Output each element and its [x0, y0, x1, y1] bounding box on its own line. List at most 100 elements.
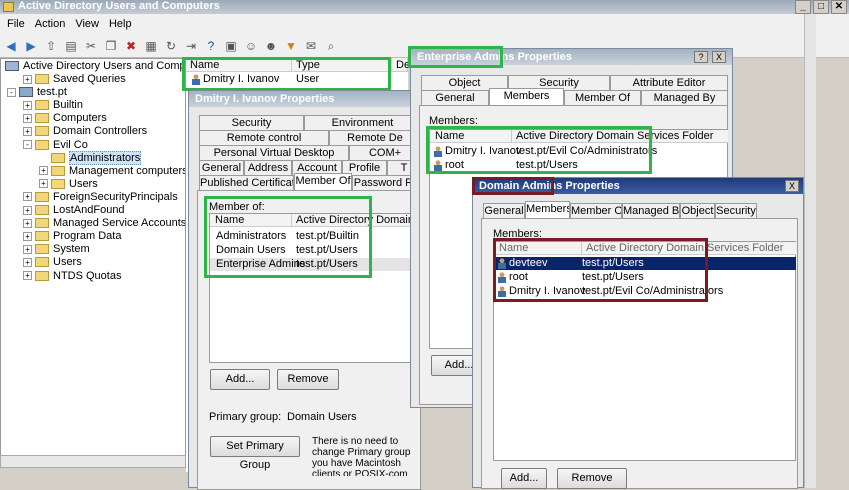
- tree-node[interactable]: + Management computers: [39, 164, 186, 178]
- expand-toggle-icon[interactable]: +: [23, 74, 32, 84]
- tab-remote-control[interactable]: Remote control: [199, 130, 329, 145]
- add-group-icon[interactable]: ☻: [263, 38, 279, 54]
- highlight-da-members: [493, 238, 708, 302]
- forward-icon[interactable]: ▶: [23, 38, 39, 54]
- remove-button[interactable]: Remove: [557, 468, 627, 489]
- refresh-icon[interactable]: ↻: [163, 38, 179, 54]
- find-icon[interactable]: ⌕: [323, 38, 339, 54]
- tree-node[interactable]: + ForeignSecurityPrincipals: [23, 191, 178, 204]
- tree-node[interactable]: - test.pt: [7, 86, 67, 99]
- tree-node[interactable]: + Saved Queries: [23, 73, 126, 86]
- tab-personal-virtual-desktop[interactable]: Personal Virtual Desktop: [199, 145, 349, 160]
- menu-item-file[interactable]: File: [2, 18, 30, 30]
- up-icon[interactable]: ⇧: [43, 38, 59, 54]
- expand-toggle-icon[interactable]: +: [23, 113, 32, 123]
- expand-toggle-icon[interactable]: +: [23, 126, 32, 136]
- set-primary-group-button[interactable]: Set Primary Group: [210, 436, 300, 471]
- help-button[interactable]: ?: [694, 51, 708, 63]
- tab-members[interactable]: Members: [489, 88, 564, 105]
- tree-node[interactable]: - Evil Co: [23, 139, 88, 152]
- col-desc-header[interactable]: De: [392, 58, 410, 71]
- expand-toggle-icon[interactable]: +: [23, 100, 32, 110]
- menu-item-action[interactable]: Action: [30, 18, 71, 30]
- expand-toggle-icon[interactable]: +: [39, 179, 48, 189]
- folder-icon: [51, 178, 65, 189]
- expand-toggle-icon[interactable]: +: [23, 231, 32, 241]
- properties-icon[interactable]: ▦: [143, 38, 159, 54]
- expand-toggle-icon[interactable]: +: [23, 257, 32, 267]
- add-user-icon[interactable]: ☺: [243, 38, 259, 54]
- tab-attribute-editor[interactable]: Attribute Editor: [610, 75, 728, 90]
- help-icon[interactable]: ?: [203, 38, 219, 54]
- tab-address[interactable]: Address: [244, 160, 292, 175]
- expand-toggle-icon[interactable]: +: [23, 244, 32, 254]
- maximize-button[interactable]: □: [813, 0, 829, 14]
- folder-icon: [35, 126, 49, 137]
- tab-managed-by[interactable]: Managed By: [622, 203, 680, 218]
- tree-node[interactable]: + System: [23, 243, 90, 256]
- tree-node[interactable]: + Domain Controllers: [23, 125, 147, 138]
- tab-remote-desktop[interactable]: Remote De: [329, 130, 421, 145]
- tree-root[interactable]: Active Directory Users and Computers [W: [5, 60, 185, 73]
- menu-item-view[interactable]: View: [70, 18, 104, 30]
- add-button[interactable]: Add...: [501, 468, 547, 489]
- tree-horizontal-scrollbar[interactable]: [0, 455, 186, 468]
- expand-toggle-icon[interactable]: +: [23, 218, 32, 228]
- tab-environment[interactable]: Environment: [304, 115, 421, 130]
- tree-node[interactable]: + Managed Service Accounts: [23, 217, 185, 230]
- domain-admins-dialog: Domain Admins Properties X General Membe…: [472, 177, 804, 489]
- copy-icon[interactable]: ❐: [103, 38, 119, 54]
- tab-member-of[interactable]: Member Of: [294, 173, 352, 190]
- tree-node[interactable]: Administrators: [39, 150, 142, 165]
- delegate-icon[interactable]: ✉: [303, 38, 319, 54]
- expand-toggle-icon[interactable]: -: [23, 140, 32, 150]
- filter-icon[interactable]: ▼: [283, 38, 299, 54]
- delete-icon[interactable]: ✖: [123, 38, 139, 54]
- primary-group-label: Primary group:: [209, 411, 282, 423]
- tree-node-label: Management computers: [69, 164, 186, 177]
- tab-member-of[interactable]: Member Of: [564, 90, 641, 105]
- tree-node[interactable]: + Users: [39, 178, 98, 191]
- expand-toggle-icon[interactable]: +: [23, 205, 32, 215]
- remove-button[interactable]: Remove: [277, 369, 339, 390]
- tab-security[interactable]: Security: [715, 203, 757, 218]
- tree-node-label: LostAndFound: [53, 204, 125, 216]
- tree-node[interactable]: + Computers: [23, 112, 107, 125]
- close-button[interactable]: X: [712, 51, 726, 63]
- view-icon[interactable]: ▤: [63, 38, 79, 54]
- tab-general[interactable]: General: [199, 160, 244, 175]
- expand-toggle-icon[interactable]: -: [7, 87, 16, 97]
- console-icon[interactable]: ▣: [223, 38, 239, 54]
- tree-node-label: System: [53, 243, 90, 256]
- tab-member-of[interactable]: Member Of: [570, 203, 622, 218]
- console-icon: [5, 61, 19, 72]
- folder-icon: [35, 257, 49, 268]
- export-icon[interactable]: ⇥: [183, 38, 199, 54]
- expand-toggle-icon[interactable]: +: [23, 271, 32, 281]
- main-vertical-scrollbar[interactable]: [804, 14, 816, 488]
- tree-node[interactable]: + LostAndFound: [23, 204, 125, 217]
- tab-object[interactable]: Object: [680, 203, 715, 218]
- folder-icon: [35, 231, 49, 242]
- tab-general[interactable]: General: [483, 203, 525, 218]
- close-button[interactable]: ✕: [831, 0, 847, 14]
- tab-managed-by[interactable]: Managed By: [641, 90, 728, 105]
- tree-node[interactable]: + Program Data: [23, 230, 121, 243]
- tree-node[interactable]: + Users: [23, 256, 82, 269]
- tree-node[interactable]: + NTDS Quotas: [23, 270, 121, 283]
- add-button[interactable]: Add...: [210, 369, 270, 390]
- tab-general[interactable]: General: [421, 90, 489, 105]
- minimize-button[interactable]: _: [795, 0, 811, 14]
- expand-toggle-icon[interactable]: +: [39, 166, 48, 176]
- expand-toggle-icon[interactable]: +: [23, 192, 32, 202]
- console-tree[interactable]: Active Directory Users and Computers [W …: [0, 58, 186, 468]
- cut-icon[interactable]: ✂: [83, 38, 99, 54]
- dialog-title: Dmitry I. Ivanov Properties: [189, 91, 419, 107]
- close-button[interactable]: X: [785, 180, 799, 192]
- tab-published-certificates[interactable]: Published Certificates: [199, 175, 294, 190]
- menu-item-help[interactable]: Help: [104, 18, 137, 30]
- back-icon[interactable]: ◀: [3, 38, 19, 54]
- tree-node[interactable]: + Builtin: [23, 99, 83, 112]
- tab-members[interactable]: Members: [525, 201, 570, 218]
- tab-security[interactable]: Security: [199, 115, 304, 130]
